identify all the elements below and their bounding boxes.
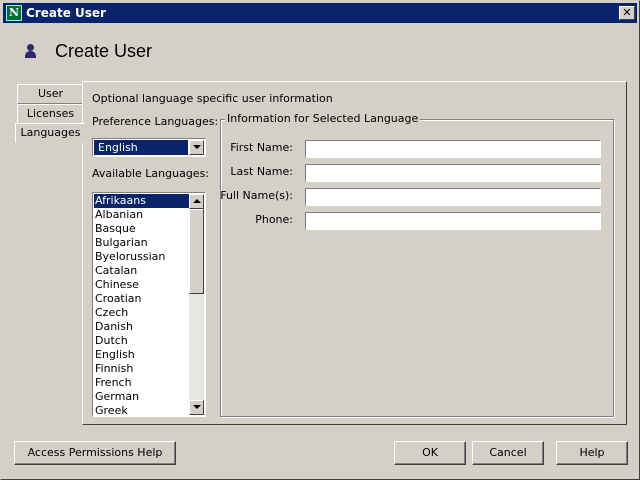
vertical-scrollbar[interactable] [189, 194, 204, 415]
ok-button[interactable]: OK [394, 441, 466, 465]
cancel-button[interactable]: Cancel [472, 441, 544, 465]
list-item[interactable]: Bulgarian [94, 236, 189, 250]
list-item[interactable]: French [94, 376, 189, 390]
list-item[interactable]: Greek [94, 404, 189, 416]
list-item[interactable]: Dutch [94, 334, 189, 348]
tab-user[interactable]: User [17, 84, 83, 104]
language-items: Afrikaans Albanian Basque Bulgarian Byelorus… [94, 194, 189, 416]
close-button[interactable]: ✕ [619, 6, 635, 20]
create-user-dialog: N Create User ✕ Create User User License… [0, 0, 640, 480]
window-title: Create User [26, 6, 106, 20]
list-item[interactable]: Basque [94, 222, 189, 236]
full-name-label: Full Name(s): [220, 189, 293, 202]
list-item[interactable]: Catalan [94, 264, 189, 278]
first-name-field[interactable] [305, 140, 601, 158]
list-item[interactable]: Byelorussian [94, 250, 189, 264]
list-item[interactable]: German [94, 390, 189, 404]
scroll-thumb[interactable] [189, 209, 204, 294]
first-name-label: First Name: [230, 141, 293, 154]
preference-language-value: English [94, 140, 188, 155]
phone-field[interactable] [305, 212, 601, 230]
scroll-up-button[interactable] [189, 194, 204, 209]
dropdown-button[interactable] [189, 140, 204, 155]
panel-description: Optional language specific user informat… [92, 92, 333, 105]
phone-label: Phone: [255, 213, 293, 226]
scroll-down-button[interactable] [189, 400, 204, 415]
last-name-field[interactable] [305, 164, 601, 182]
last-name-label: Last Name: [230, 165, 293, 178]
list-item[interactable]: Croatian [94, 292, 189, 306]
list-item[interactable]: English [94, 348, 189, 362]
help-button[interactable]: Help [556, 441, 628, 465]
available-languages-list[interactable]: Afrikaans Albanian Basque Bulgarian Byelorus… [92, 192, 206, 417]
list-item[interactable]: Finnish [94, 362, 189, 376]
group-title: Information for Selected Language [225, 112, 421, 125]
preference-languages-label: Preference Languages: [92, 115, 219, 128]
list-item[interactable]: Danish [94, 320, 189, 334]
chevron-down-icon [192, 145, 201, 149]
list-item[interactable]: Afrikaans [94, 194, 189, 208]
full-name-field[interactable] [305, 188, 601, 206]
tab-licenses[interactable]: Licenses [17, 104, 83, 124]
page-header: Create User [23, 39, 152, 63]
page-title: Create User [55, 40, 153, 61]
arrow-up-icon [192, 199, 201, 203]
preference-language-select[interactable]: English [92, 138, 206, 157]
app-logo-icon: N [6, 5, 22, 21]
list-item[interactable]: Czech [94, 306, 189, 320]
arrow-down-icon [192, 405, 201, 409]
list-item[interactable]: Chinese [94, 278, 189, 292]
access-permissions-help-button[interactable]: Access Permissions Help [14, 441, 176, 465]
title-bar[interactable]: N Create User ✕ [3, 3, 637, 23]
available-languages-label: Available Languages: [92, 167, 210, 180]
tab-languages[interactable]: Languages [15, 123, 85, 143]
user-icon [23, 43, 39, 59]
list-item[interactable]: Albanian [94, 208, 189, 222]
